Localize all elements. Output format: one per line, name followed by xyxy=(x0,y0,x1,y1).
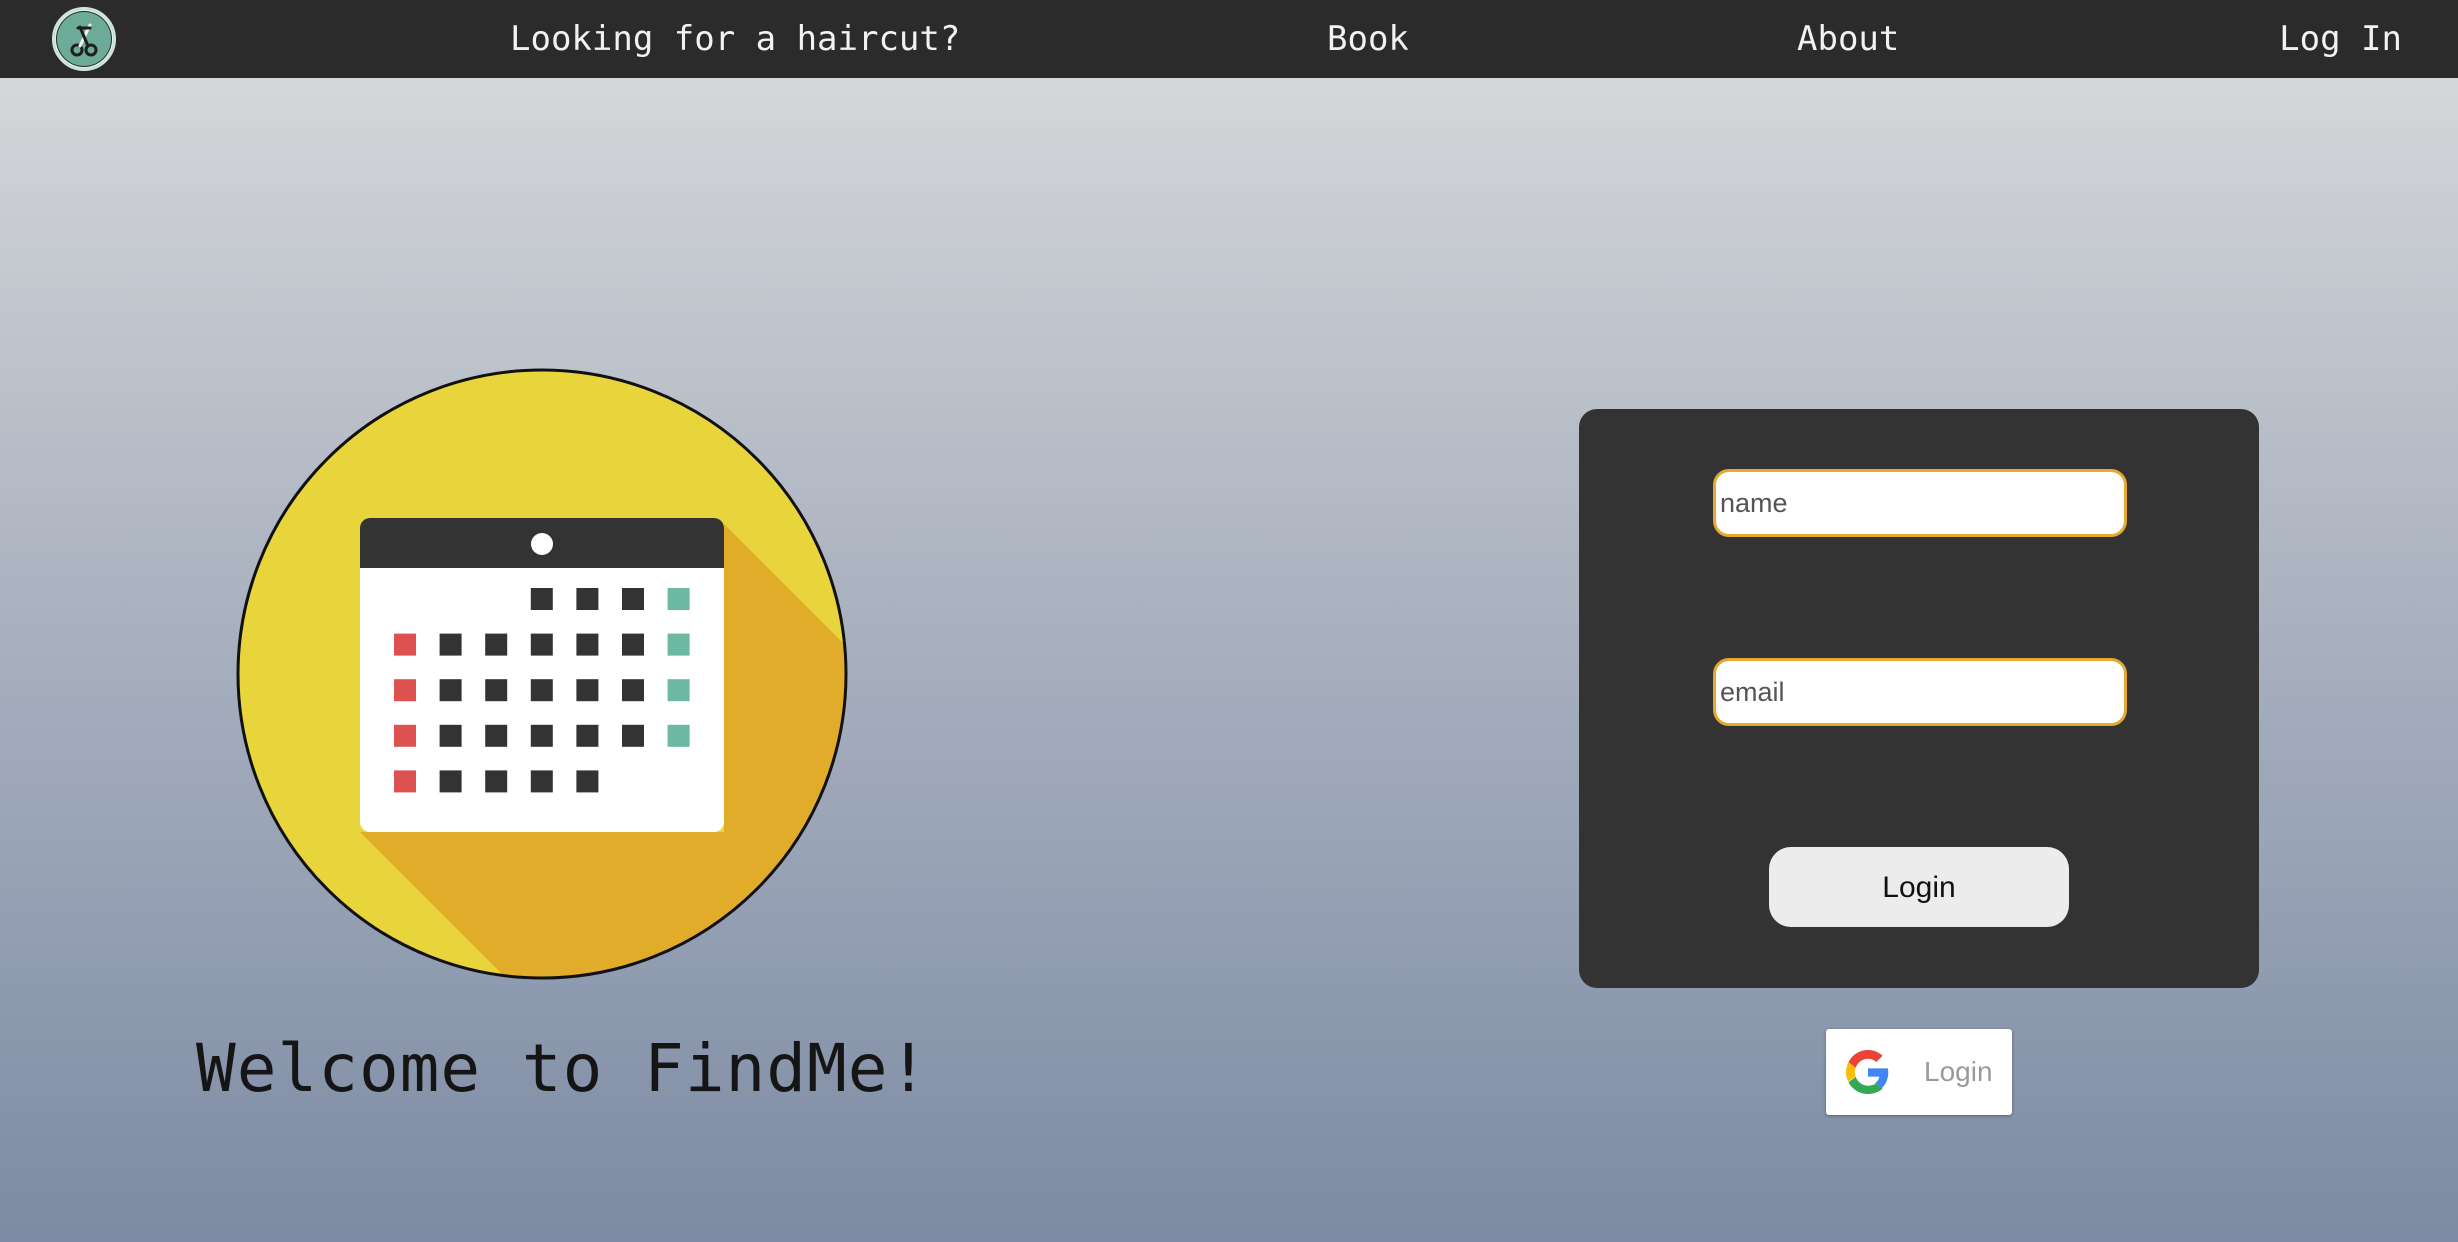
nav-login-link[interactable]: Log In xyxy=(2279,0,2402,78)
nav-book-link[interactable]: Book xyxy=(1327,0,1409,78)
calendar-icon xyxy=(236,368,848,980)
calendar-day-cell xyxy=(485,633,508,656)
login-button[interactable]: Login xyxy=(1769,847,2069,927)
email-input[interactable] xyxy=(1713,658,2127,726)
google-icon xyxy=(1846,1050,1889,1094)
calendar-day-cell xyxy=(530,679,553,702)
login-card: Login xyxy=(1579,409,2259,988)
calendar-day-cell xyxy=(576,724,599,747)
calendar-day-cell xyxy=(485,724,508,747)
welcome-heading: Welcome to FindMe! xyxy=(196,1030,930,1107)
top-navbar: Looking for a haircut? Book About Log In xyxy=(0,0,2458,78)
calendar-day-cell xyxy=(576,633,599,656)
calendar-day-cell xyxy=(667,724,690,747)
nav-about-link[interactable]: About xyxy=(1797,0,1899,78)
calendar-day-cell xyxy=(622,724,644,747)
calendar-day-cell xyxy=(667,588,690,610)
calendar-day-cell xyxy=(530,633,553,656)
calendar-day-cell xyxy=(485,679,508,702)
calendar-day-cell xyxy=(394,724,416,747)
calendar-day-cell xyxy=(530,770,553,793)
google-login-button[interactable]: Login xyxy=(1826,1029,2012,1115)
calendar-day-cell xyxy=(439,724,462,747)
google-login-label: Login xyxy=(1924,1056,1993,1087)
calendar-day-cell xyxy=(576,770,599,793)
nav-tagline-link[interactable]: Looking for a haircut? xyxy=(510,0,960,78)
calendar-day-cell xyxy=(485,770,508,793)
calendar-day-cell xyxy=(667,633,690,656)
calendar-day-cell xyxy=(576,679,599,702)
logo-scissors-icon[interactable] xyxy=(52,7,116,71)
calendar-day-cell xyxy=(622,588,644,610)
calendar-day-cell xyxy=(394,770,416,793)
calendar-day-cell xyxy=(394,679,416,702)
calendar-day-cell xyxy=(622,679,644,702)
calendar-day-cell xyxy=(439,679,462,702)
calendar-day-cell xyxy=(439,770,462,793)
calendar-hanger xyxy=(531,533,553,555)
name-input[interactable] xyxy=(1713,469,2127,537)
calendar-day-cell xyxy=(667,679,690,702)
calendar-day-cell xyxy=(530,724,553,747)
calendar-day-cell xyxy=(576,588,599,610)
calendar-day-cell xyxy=(439,633,462,656)
calendar-day-cell xyxy=(622,633,644,656)
calendar-day-cell xyxy=(530,588,553,610)
calendar-day-cell xyxy=(394,633,416,656)
